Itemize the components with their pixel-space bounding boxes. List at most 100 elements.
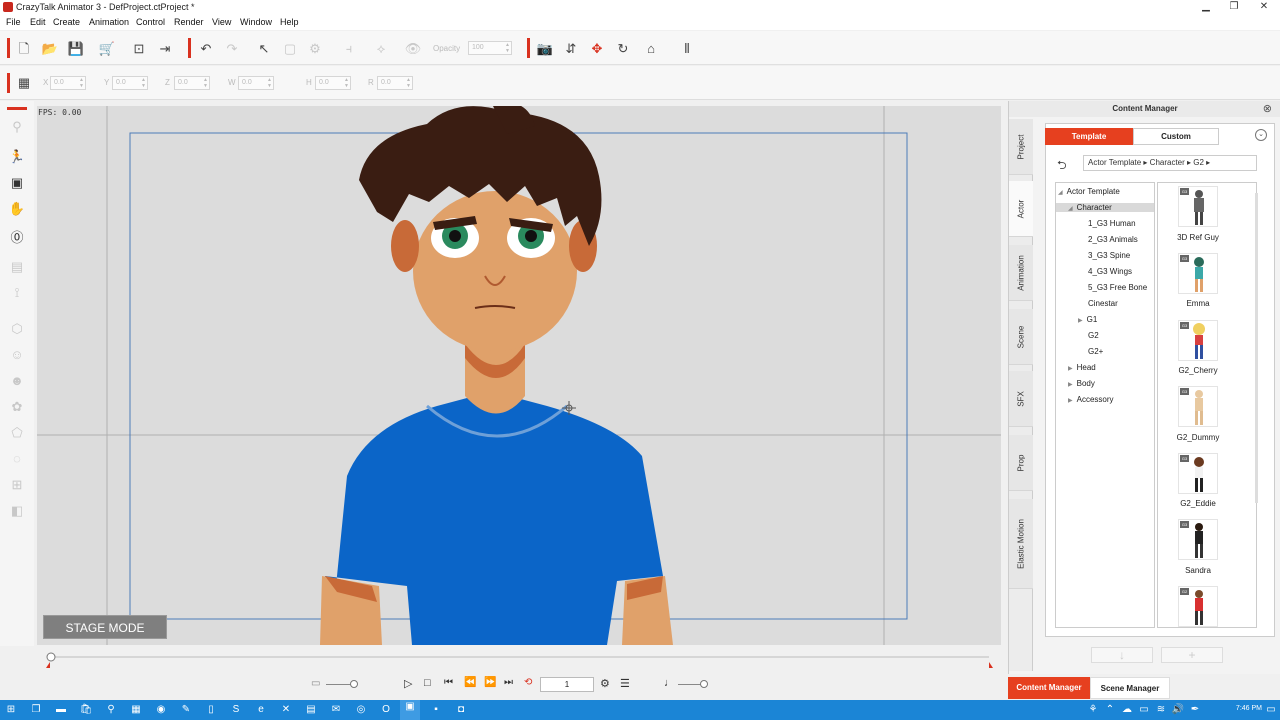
timeline-slider[interactable]	[37, 648, 1001, 668]
windows-start-icon[interactable]: ⊞	[4, 703, 18, 717]
mail-icon[interactable]: ✉	[329, 703, 343, 717]
expanded-arrow-icon[interactable]: ◢	[1058, 190, 1063, 196]
add-item-button[interactable]: +	[1161, 647, 1223, 663]
audio-note-icon[interactable]: ♩	[664, 677, 675, 689]
select-arrow-icon[interactable]: ↖	[255, 40, 273, 58]
face-key-icon[interactable]: ☺	[7, 347, 27, 365]
search-app-icon[interactable]: ⚲	[104, 703, 118, 717]
stage-viewport[interactable]	[37, 106, 1001, 645]
end-marker-icon[interactable]	[989, 662, 993, 668]
tab-elastic-motion[interactable]: Elastic Motion	[1009, 499, 1033, 589]
volume-tray-icon[interactable]: 🔊	[1171, 703, 1185, 717]
menu-help[interactable]: Help	[280, 17, 299, 27]
close-button[interactable]: ✕	[1250, 0, 1278, 15]
path-icon[interactable]: ◌	[7, 451, 27, 469]
align-icon[interactable]: ⫞	[340, 40, 358, 58]
menu-control[interactable]: Control	[136, 17, 165, 27]
pen-app-icon[interactable]: ✎	[179, 703, 193, 717]
stage-canvas[interactable]	[37, 106, 1001, 645]
tree-node-g3-free-bone[interactable]: 5_G3 Free Bone	[1088, 283, 1147, 292]
render-icon[interactable]: ◧	[7, 503, 27, 521]
collapsed-arrow-icon[interactable]: ▶	[1068, 382, 1073, 388]
h-field[interactable]: 0.0 ▲ ▼	[315, 76, 351, 90]
thumb-g2-dummy[interactable]: G3	[1178, 386, 1218, 427]
volume-slider-handle[interactable]	[700, 680, 708, 688]
opacity-field[interactable]: 100 ▲ ▼	[468, 41, 512, 55]
redo-icon[interactable]: ↷	[223, 40, 241, 58]
timeline-icon[interactable]: ▤	[7, 259, 27, 277]
thumb-emma[interactable]: G3	[1178, 253, 1218, 294]
bone-icon[interactable]: ⚲	[7, 119, 27, 137]
w-field[interactable]: 0.0 ▲ ▼	[238, 76, 274, 90]
tab-project[interactable]: Project	[1009, 119, 1033, 175]
animate-app-icon[interactable]: ▪	[429, 703, 443, 717]
panel-close-icon[interactable]: ⊗	[1263, 102, 1272, 115]
collapsed-arrow-icon[interactable]: ▶	[1078, 318, 1083, 324]
tab-template[interactable]: Template	[1045, 128, 1133, 145]
store-icon[interactable]: 🛍	[79, 703, 93, 717]
tree-node-g2-plus[interactable]: G2+	[1088, 347, 1103, 356]
first-frame-icon[interactable]: ⏮	[444, 677, 453, 688]
tree-node-character[interactable]: ◢ Character	[1056, 203, 1154, 212]
tree-node-g3-human[interactable]: 1_G3 Human	[1088, 219, 1136, 228]
crazytalk-taskbar-icon[interactable]: ▣	[400, 700, 420, 720]
r-field[interactable]: 0.0 ▲ ▼	[377, 76, 413, 90]
thumb-g2-eddie[interactable]: G3	[1178, 453, 1218, 494]
collapse-chevron-icon[interactable]: ⌄	[1255, 129, 1267, 141]
sprite-icon[interactable]: ⟟	[7, 285, 27, 303]
spin-arrows-icon[interactable]: ▲ ▼	[79, 77, 84, 89]
edge-icon[interactable]: e	[254, 703, 268, 717]
collapsed-arrow-icon[interactable]: ▶	[1068, 366, 1073, 372]
tree-node-g1[interactable]: ▶ G1	[1078, 315, 1097, 324]
camera-view-icon[interactable]: 📷	[536, 40, 554, 58]
tree-node-g3-wings[interactable]: 4_G3 Wings	[1088, 267, 1132, 276]
motion-pose-icon[interactable]: 🏃	[7, 149, 27, 167]
start-marker-icon[interactable]	[46, 662, 50, 668]
spin-arrows-icon[interactable]: ▲ ▼	[267, 77, 272, 89]
people-tray-icon[interactable]: ⚘	[1086, 703, 1100, 717]
apply-down-button[interactable]: ↓	[1091, 647, 1153, 663]
new-file-icon[interactable]: 🗋	[15, 40, 33, 58]
tree-node-cinestar[interactable]: Cinestar	[1088, 299, 1118, 308]
rotate-icon[interactable]: ↻	[614, 40, 632, 58]
thumbnail-scrollbar[interactable]	[1255, 193, 1258, 503]
pen-tray-icon[interactable]: ✒	[1188, 703, 1202, 717]
tab-sfx[interactable]: SFX	[1009, 371, 1033, 427]
tree-node-body[interactable]: ▶ Body	[1068, 379, 1095, 388]
tab-scene[interactable]: Scene	[1009, 309, 1033, 365]
home-view-icon[interactable]: ⌂	[642, 40, 660, 58]
wifi-tray-icon[interactable]: ≋	[1154, 703, 1168, 717]
stop-icon[interactable]: □	[424, 677, 431, 689]
tab-scene-manager[interactable]: Scene Manager	[1090, 677, 1170, 699]
expanded-arrow-icon[interactable]: ◢	[1068, 206, 1073, 212]
back-arrow-icon[interactable]: ⮌	[1057, 156, 1067, 177]
export-icon[interactable]: ⇥	[156, 40, 174, 58]
restore-button[interactable]: ❐	[1220, 0, 1248, 15]
tree-node-g3-animals[interactable]: 2_G3 Animals	[1088, 235, 1138, 244]
menu-window[interactable]: Window	[240, 17, 272, 27]
pose-icon[interactable]: ✋	[7, 201, 27, 219]
previous-frame-icon[interactable]: ⏪	[464, 677, 476, 688]
tree-node-actor-template[interactable]: ◢ Actor Template	[1058, 187, 1120, 196]
loop-icon[interactable]: ⟲	[524, 677, 532, 688]
tab-content-manager[interactable]: Content Manager	[1008, 677, 1090, 699]
calculator-icon[interactable]: ▤	[304, 703, 318, 717]
composer-icon[interactable]: ⚙	[306, 40, 324, 58]
thumb-next-actor[interactable]: G2	[1178, 586, 1218, 627]
battery-tray-icon[interactable]: ▭	[1137, 703, 1151, 717]
character-figure[interactable]	[320, 106, 673, 645]
grid-icon[interactable]: ▦	[15, 74, 33, 92]
system-clock[interactable]: 7:46 PM	[1236, 705, 1262, 712]
task-view-icon[interactable]: ❐	[29, 703, 43, 717]
timeline-handle[interactable]	[46, 652, 56, 662]
notifications-icon[interactable]: ▭	[1264, 703, 1278, 717]
settings-gear-icon[interactable]: ⚙	[600, 677, 610, 690]
face-puppet-icon[interactable]: ▣	[7, 175, 27, 193]
layer-icon[interactable]: ⊞	[7, 477, 27, 495]
breadcrumb[interactable]: Actor Template ▸ Character ▸ G2 ▸	[1083, 155, 1257, 171]
tab-actor[interactable]: Actor	[1009, 181, 1033, 237]
menu-render[interactable]: Render	[174, 17, 204, 27]
menu-edit[interactable]: Edit	[30, 17, 46, 27]
thumb-g2-cherry[interactable]: G3	[1178, 320, 1218, 361]
spin-arrows-icon[interactable]: ▲ ▼	[141, 77, 146, 89]
